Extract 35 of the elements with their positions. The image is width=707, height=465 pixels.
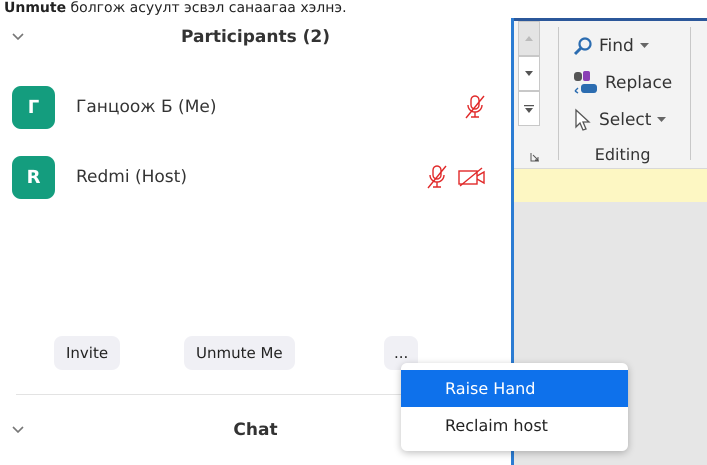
expand-gallery-button[interactable]: [518, 91, 540, 126]
chevron-down-icon[interactable]: [12, 426, 24, 434]
participant-name: Ганцоож Б (Me): [76, 97, 218, 117]
group-label: Editing: [594, 145, 652, 164]
participants-title: Participants (2): [181, 27, 330, 47]
command-label: Replace: [605, 72, 672, 92]
dropdown-caret-icon[interactable]: [657, 117, 666, 122]
chat-title: Chat: [233, 420, 278, 440]
dropdown-caret-icon[interactable]: [640, 43, 649, 48]
command-label: Select: [599, 110, 652, 130]
more-button[interactable]: ...: [384, 336, 418, 370]
expand-icon: [524, 104, 534, 112]
video-off-icon[interactable]: [458, 166, 486, 188]
command-label: Find: [599, 36, 634, 56]
unmute-button[interactable]: Unmute Me: [184, 336, 295, 370]
menu-item[interactable]: Reclaim host: [401, 407, 628, 444]
ribbon-command[interactable]: Select: [573, 101, 672, 138]
cursor-arrow-icon: [573, 108, 593, 132]
ribbon-command[interactable]: Find: [573, 27, 672, 64]
ribbon-command[interactable]: Replace: [573, 64, 672, 101]
avatar: R: [12, 156, 55, 198]
invite-button[interactable]: Invite: [54, 336, 120, 370]
participant-name: Redmi (Host): [76, 167, 188, 187]
up-triangle-icon: [525, 36, 533, 41]
avatar: Г: [12, 86, 55, 128]
muted-microphone-icon[interactable]: [464, 94, 486, 120]
replace-icon: [573, 70, 599, 94]
muted-microphone-icon[interactable]: [426, 164, 448, 190]
instruction-text: Unmute болгож асуулт эсвэл санаагаа хэлнэ.: [3, 0, 347, 18]
down-triangle-icon: [525, 71, 533, 76]
dialog-launcher-icon[interactable]: [530, 152, 540, 162]
scroll-down-button[interactable]: [518, 56, 540, 91]
menu-item[interactable]: Raise Hand: [401, 370, 628, 407]
chevron-down-icon[interactable]: [12, 33, 24, 41]
search-icon: [573, 36, 593, 56]
